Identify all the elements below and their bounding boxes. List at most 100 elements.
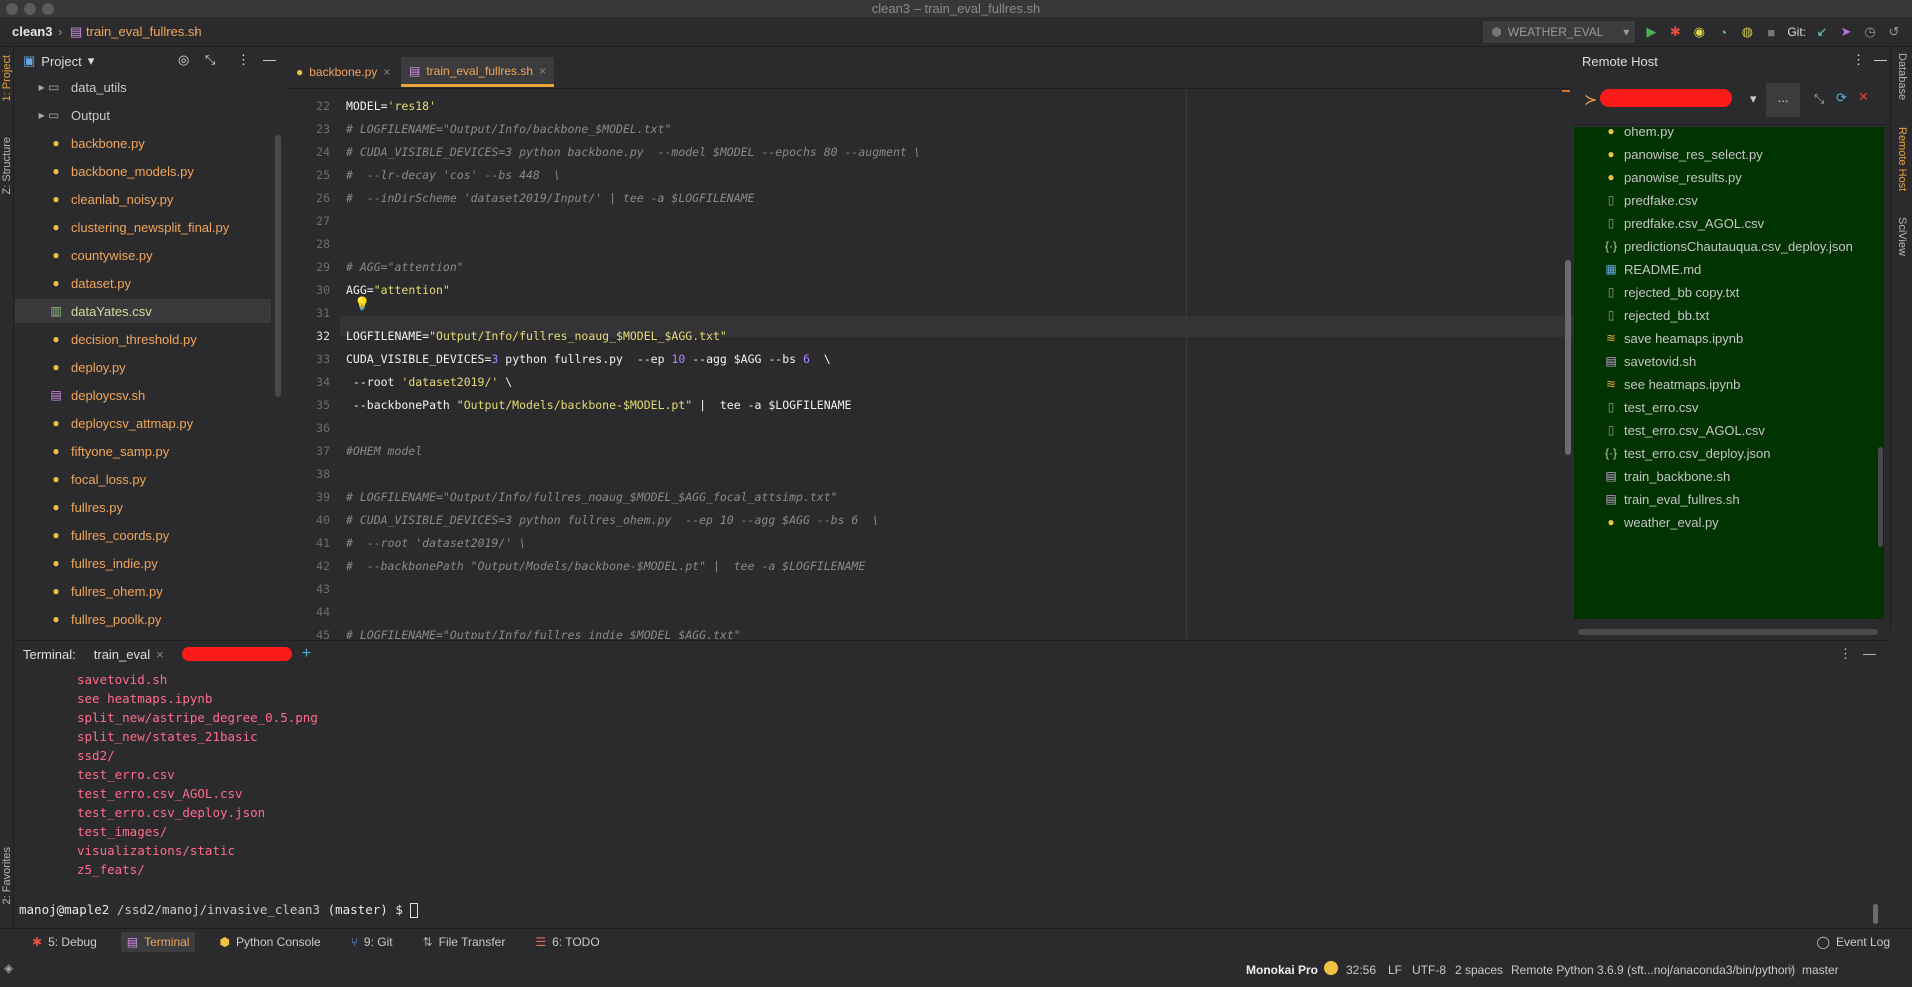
project-scrollbar[interactable] bbox=[275, 135, 281, 397]
remote-file-item[interactable]: ● panowise_res_select.py bbox=[1604, 143, 1762, 165]
project-tree-item[interactable]: ▤ deploycsv.sh bbox=[15, 383, 271, 407]
remote-host-tool-button[interactable]: Remote Host bbox=[1896, 127, 1908, 191]
project-tree-item[interactable]: ● fiftyone_samp.py bbox=[15, 439, 271, 463]
remote-file-item[interactable]: ▤ savetovid.sh bbox=[1604, 350, 1696, 372]
new-terminal-icon[interactable]: + bbox=[302, 645, 311, 663]
project-tree-item[interactable]: ● deploycsv_attmap.py bbox=[15, 411, 271, 435]
close-window-button[interactable] bbox=[6, 3, 18, 15]
lightbulb-icon[interactable]: 💡 bbox=[354, 296, 370, 312]
theme-indicator-icon[interactable] bbox=[1324, 961, 1338, 975]
stop-icon[interactable]: ■ bbox=[1763, 24, 1779, 40]
event-log-button[interactable]: ◯ Event Log bbox=[1811, 932, 1896, 952]
remote-file-item[interactable]: ▯ test_erro.csv bbox=[1604, 396, 1699, 418]
project-tree-item[interactable]: ● fullres_poolk.py bbox=[15, 607, 271, 631]
coverage-icon[interactable]: ◉ bbox=[1691, 24, 1707, 40]
profile-icon[interactable]: ◔ bbox=[1715, 24, 1731, 40]
git-rollback-icon[interactable]: ↺ bbox=[1886, 24, 1902, 40]
caret-position[interactable]: 32:56 bbox=[1346, 963, 1376, 977]
project-tree-item[interactable]: ● deploy.py bbox=[15, 355, 271, 379]
chevron-down-icon[interactable]: ▾ bbox=[88, 53, 95, 69]
remote-file-item[interactable]: ▦ README.md bbox=[1604, 258, 1701, 280]
redacted-terminal-tab[interactable] bbox=[181, 647, 292, 661]
indent-setting[interactable]: 2 spaces bbox=[1455, 963, 1503, 977]
zoom-window-button[interactable] bbox=[42, 3, 54, 15]
git-push-icon[interactable]: ➤ bbox=[1838, 24, 1854, 40]
project-tree-item[interactable]: ● fullres_indie.py bbox=[15, 551, 271, 575]
remote-file-item[interactable]: ▯ rejected_bb copy.txt bbox=[1604, 281, 1740, 303]
locate-icon[interactable]: ◎ bbox=[178, 52, 189, 68]
remote-file-item[interactable]: ≋ see heatmaps.ipynb bbox=[1604, 373, 1740, 395]
project-tree-item[interactable]: ● focal_loss.py bbox=[15, 467, 271, 491]
editor-scrollbar[interactable] bbox=[1565, 260, 1571, 455]
todo-tool-button[interactable]: ☰ 6: TODO bbox=[529, 932, 605, 952]
hide-icon[interactable]: — bbox=[263, 52, 276, 67]
close-icon[interactable]: × bbox=[539, 64, 546, 78]
remote-vertical-scrollbar[interactable] bbox=[1878, 447, 1883, 547]
run-config-select[interactable]: ⬢ WEATHER_EVAL ▾ bbox=[1483, 21, 1636, 43]
browse-button[interactable]: ... bbox=[1766, 83, 1800, 117]
remote-file-item[interactable]: {·} test_erro.csv_deploy.json bbox=[1604, 442, 1770, 464]
chevron-down-icon[interactable]: ▾ bbox=[1750, 91, 1757, 107]
project-tree-item[interactable]: ● fullres_ohem.py bbox=[15, 579, 271, 603]
more-icon[interactable]: ⋮ bbox=[237, 52, 250, 68]
debug-icon[interactable]: ✱ bbox=[1667, 24, 1683, 40]
debug-tool-button[interactable]: ✱ 5: Debug bbox=[26, 932, 103, 952]
project-tree-item[interactable]: ● decision_threshold.py bbox=[15, 327, 271, 351]
breadcrumb-file[interactable]: train_eval_fullres.sh bbox=[86, 24, 202, 39]
file-encoding[interactable]: UTF-8 bbox=[1412, 963, 1446, 977]
remote-file-item[interactable]: {·} predictionsChautauqua.csv_deploy.json bbox=[1604, 235, 1853, 257]
database-tool-button[interactable]: Database bbox=[1896, 53, 1908, 100]
project-panel-title[interactable]: Project bbox=[41, 54, 81, 69]
remote-file-item[interactable]: ▤ train_eval_fullres.sh bbox=[1604, 488, 1739, 510]
remote-file-item[interactable]: ▤ train_backbone.sh bbox=[1604, 465, 1730, 487]
hide-icon[interactable]: — bbox=[1863, 646, 1876, 661]
project-tree-item[interactable]: ● clustering_newsplit_final.py bbox=[15, 215, 271, 239]
project-tree-item[interactable]: ▸ ▭ Output bbox=[15, 103, 271, 127]
structure-tool-button[interactable]: Z: Structure bbox=[1, 137, 13, 194]
collapse-icon[interactable]: ⤡ bbox=[205, 52, 215, 68]
terminal-body[interactable]: savetovid.sh see heatmaps.ipynb split_new/… bbox=[15, 668, 1890, 926]
project-tree-item[interactable]: ● dataset.py bbox=[15, 271, 271, 295]
line-separator[interactable]: LF bbox=[1388, 963, 1402, 977]
project-tree-item[interactable]: ● backbone.py bbox=[15, 131, 271, 155]
concurrency-icon[interactable]: ◍ bbox=[1739, 24, 1755, 40]
git-fetch-icon[interactable]: ↙ bbox=[1814, 24, 1830, 40]
project-tree-item[interactable]: ● cleanlab_noisy.py bbox=[15, 187, 271, 211]
minimize-window-button[interactable] bbox=[24, 3, 36, 15]
favorites-tool-button[interactable]: 2: Favorites bbox=[1, 847, 13, 904]
terminal-scrollbar[interactable] bbox=[1873, 904, 1878, 924]
remote-file-item[interactable]: ▯ predfake.csv_AGOL.csv bbox=[1604, 212, 1764, 234]
project-tool-button[interactable]: 1: Project bbox=[1, 55, 13, 101]
theme-label[interactable]: Monokai Pro bbox=[1246, 963, 1318, 977]
project-tree-item[interactable]: ● fullres.py bbox=[15, 495, 271, 519]
remote-horizontal-scrollbar[interactable] bbox=[1578, 629, 1878, 635]
more-icon[interactable]: ⋮ bbox=[1852, 52, 1865, 68]
project-tree-item[interactable]: ▥ dataYates.csv bbox=[15, 299, 271, 323]
project-tree-item[interactable]: ● backbone_models.py bbox=[15, 159, 271, 183]
sync-icon[interactable]: ⟳ bbox=[1836, 90, 1847, 106]
remote-file-item[interactable]: ● weather_eval.py bbox=[1604, 511, 1718, 533]
breadcrumb-project[interactable]: clean3 bbox=[12, 24, 52, 39]
collapse-icon[interactable]: ⤡ bbox=[1814, 91, 1824, 107]
file-transfer-tool-button[interactable]: ⇅ File Transfer bbox=[417, 932, 512, 952]
remote-file-item[interactable]: ● panowise_results.py bbox=[1604, 166, 1741, 188]
project-tree-item[interactable]: ● countywise.py bbox=[15, 243, 271, 267]
warning-indicator-icon[interactable] bbox=[1562, 90, 1570, 92]
remote-file-item[interactable]: ▯ rejected_bb.txt bbox=[1604, 304, 1710, 326]
terminal-tab[interactable]: train_eval × bbox=[85, 646, 172, 662]
git-branch[interactable]: master bbox=[1802, 963, 1839, 977]
close-icon[interactable]: ✕ bbox=[1858, 89, 1869, 105]
sciview-tool-button[interactable]: SciView bbox=[1896, 217, 1908, 256]
remote-file-item[interactable]: ▯ predfake.csv bbox=[1604, 189, 1698, 211]
python-console-tool-button[interactable]: ⬢ Python Console bbox=[213, 932, 326, 952]
run-icon[interactable]: ▶ bbox=[1643, 24, 1659, 40]
git-history-icon[interactable]: ◷ bbox=[1862, 24, 1878, 40]
remote-file-item[interactable]: ● ohem.py bbox=[1604, 127, 1674, 142]
git-tool-button[interactable]: ⑂ 9: Git bbox=[345, 932, 399, 952]
more-icon[interactable]: ⋮ bbox=[1839, 646, 1852, 662]
remote-file-item[interactable]: ≋ save heamaps.ipynb bbox=[1604, 327, 1743, 349]
hide-icon[interactable]: — bbox=[1874, 52, 1887, 67]
tab-backbone[interactable]: ● backbone.py × bbox=[288, 57, 398, 87]
close-icon[interactable]: × bbox=[156, 647, 164, 662]
tab-train-eval-fullres[interactable]: ▤ train_eval_fullres.sh × bbox=[401, 57, 555, 87]
